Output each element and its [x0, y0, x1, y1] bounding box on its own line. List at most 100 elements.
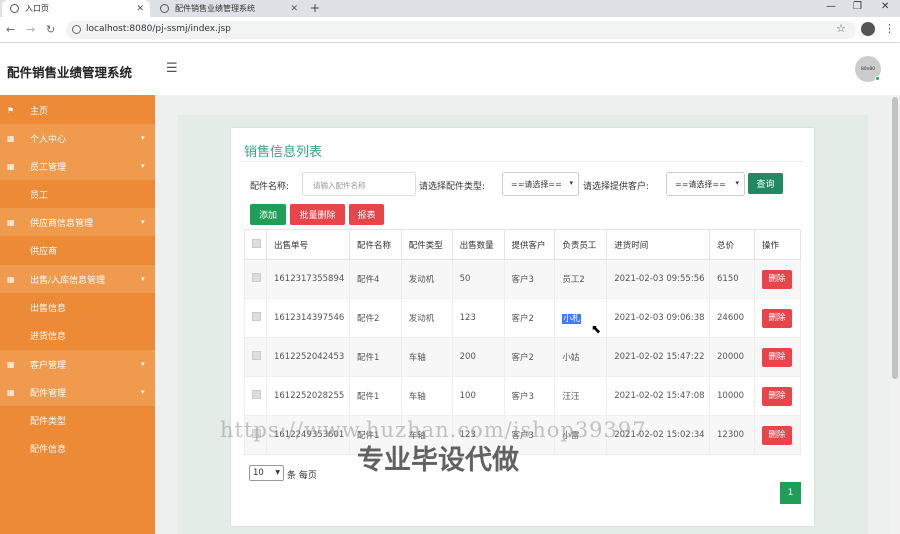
customer-select[interactable]: ==请选择== ▾	[666, 172, 745, 196]
back-icon[interactable]: ←	[6, 23, 15, 36]
sale-id-cell: 1612252028255	[265, 376, 350, 416]
delete-button[interactable]: 删除	[761, 425, 792, 445]
time-cell: 2021-02-03 09:55:56	[606, 259, 710, 299]
sidebar-item-sale-info[interactable]: 出售信息	[0, 293, 155, 321]
sidebar-item-sale-stock-management[interactable]: ▦ 出售/入库信息管理 ▾	[0, 265, 155, 293]
column-header: 操作	[753, 229, 802, 260]
delete-button[interactable]: 删除	[761, 269, 792, 289]
bookmark-star-icon[interactable]: ☆	[836, 22, 846, 35]
tab-title: 入口页	[25, 4, 49, 13]
hamburger-menu-icon[interactable]: ☰	[166, 61, 178, 76]
total-cell: 10000	[709, 376, 755, 416]
forward-icon[interactable]: →	[26, 23, 35, 36]
row-select-cell	[244, 376, 267, 416]
row-checkbox[interactable]	[252, 390, 261, 399]
sidebar-item-part-type[interactable]: 配件类型	[0, 406, 155, 434]
browser-tab-active[interactable]: 入口页 ✕	[2, 0, 150, 17]
column-header: 总价	[709, 229, 755, 260]
part-name-placeholder: 请输入配件名称	[313, 181, 366, 190]
chevron-down-icon: ▾	[141, 360, 145, 368]
select-all-cell	[244, 229, 267, 260]
sidebar-item-home[interactable]: ⚑ 主页	[0, 96, 155, 124]
sale-id-cell: 1612252042453	[265, 337, 350, 377]
time-cell: 2021-02-02 15:47:22	[606, 337, 710, 377]
window-close-icon[interactable]: ✕	[881, 1, 889, 12]
url-field[interactable]: localhost:8080/pj-ssmj/index.jsp	[66, 21, 856, 39]
chevron-down-icon: ▾	[141, 275, 145, 283]
sidebar-item-label: 供应商信息管理	[30, 218, 94, 229]
staff-cell: 小姑	[554, 337, 608, 377]
menu-kebab-icon[interactable]: ⋮	[884, 22, 895, 35]
selected-text: 小札	[562, 314, 582, 324]
app-header: 配件销售业绩管理系统 ☰ 80x80	[0, 43, 900, 95]
action-cell: 删除	[753, 415, 802, 455]
sidebar-item-customer-management[interactable]: ▦ 客户管理 ▾	[0, 350, 155, 378]
sidebar-item-part-info[interactable]: 配件信息	[0, 434, 155, 462]
part-name-cell: 配件1	[348, 337, 402, 377]
sidebar-item-personal-center[interactable]: ▦ 个人中心 ▾	[0, 124, 155, 152]
add-button[interactable]: 添加	[250, 204, 286, 225]
sidebar-item-label: 个人中心	[30, 134, 67, 145]
sale-id-cell: 1612317355894	[265, 259, 350, 299]
sidebar-item-supplier-management[interactable]: ▦ 供应商信息管理 ▾	[0, 208, 155, 236]
address-bar: ← → ↻ localhost:8080/pj-ssmj/index.jsp ☆…	[0, 17, 900, 43]
row-checkbox[interactable]	[252, 273, 261, 282]
column-header: 配件名称	[348, 229, 402, 260]
chevron-down-icon: ▾	[141, 134, 145, 142]
minimize-icon[interactable]: —	[826, 1, 836, 12]
url-text: localhost:8080/pj-ssmj/index.jsp	[86, 24, 231, 34]
row-select-cell	[244, 298, 267, 338]
sidebar-item-parts-management[interactable]: ▦ 配件管理 ▾	[0, 378, 155, 406]
reload-icon[interactable]: ↻	[46, 23, 55, 36]
delete-button[interactable]: 删除	[761, 386, 792, 406]
sidebar-item-label: 配件信息	[30, 444, 67, 455]
page-size-value: 10	[253, 468, 264, 478]
sidebar-item-supplier[interactable]: 供应商	[0, 236, 155, 264]
grid-icon: ▦	[7, 387, 15, 397]
total-cell: 20000	[709, 337, 755, 377]
part-name-label: 配件名称:	[250, 182, 290, 192]
sidebar-item-label: 进货信息	[30, 331, 67, 342]
sidebar-item-label: 配件管理	[30, 388, 67, 399]
action-cell: 删除	[753, 337, 802, 377]
quantity-cell: 123	[451, 298, 505, 338]
time-cell: 2021-02-02 15:47:08	[606, 376, 710, 416]
sidebar-item-staff[interactable]: 员工	[0, 180, 155, 208]
part-type-select[interactable]: ==请选择== ▾	[502, 172, 579, 196]
profile-icon[interactable]	[861, 22, 875, 36]
batch-delete-button[interactable]: 批量删除	[290, 204, 345, 225]
report-button[interactable]: 报表	[349, 204, 384, 225]
column-header: 进货时间	[606, 229, 710, 260]
customer-cell: 客户2	[503, 298, 556, 338]
row-checkbox[interactable]	[252, 312, 261, 321]
close-icon[interactable]: ✕	[290, 4, 298, 14]
browser-tab[interactable]: 配件销售业绩管理系统 ✕	[152, 0, 304, 17]
new-tab-button[interactable]: +	[310, 1, 320, 15]
delete-button[interactable]: 删除	[761, 308, 792, 328]
search-button[interactable]: 查询	[748, 173, 783, 194]
chevron-down-icon: ▾	[569, 179, 573, 187]
card-title: 销售信息列表	[244, 145, 323, 160]
sidebar-item-staff-management[interactable]: ▦ 员工管理 ▾	[0, 152, 155, 180]
sale-id-cell: 1612314397546	[265, 298, 350, 338]
flag-icon: ⚑	[7, 105, 15, 115]
total-cell: 24600	[709, 298, 755, 338]
scrollbar-thumb[interactable]	[892, 97, 898, 379]
customer-label: 请选择提供客户:	[583, 182, 650, 192]
page-size-select[interactable]: 10 ▼	[249, 465, 284, 481]
column-header: 配件类型	[400, 229, 453, 260]
row-checkbox[interactable]	[252, 351, 261, 360]
part-name-cell: 配件1	[348, 376, 402, 416]
restore-icon[interactable]: ❐	[853, 1, 862, 12]
part-type-cell: 车轴	[400, 337, 453, 377]
chevron-down-icon: ▾	[141, 388, 145, 396]
select-all-checkbox[interactable]	[252, 238, 261, 248]
part-name-input[interactable]: 请输入配件名称	[302, 172, 416, 196]
part-type-value: ==请选择==	[511, 180, 562, 189]
sidebar-item-purchase-info[interactable]: 进货信息	[0, 321, 155, 349]
close-icon[interactable]: ✕	[136, 4, 144, 14]
delete-button[interactable]: 删除	[761, 347, 792, 367]
customer-cell: 客户2	[503, 337, 556, 377]
tab-title: 配件销售业绩管理系统	[175, 4, 255, 13]
page-number-button[interactable]: 1	[780, 482, 801, 504]
